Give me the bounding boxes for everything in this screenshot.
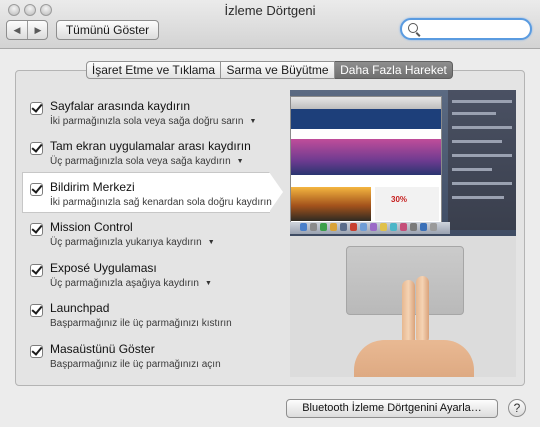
bluetooth-trackpad-setup-button[interactable]: Bluetooth İzleme Dörtgenini Ayarla… xyxy=(286,399,498,418)
checkbox[interactable] xyxy=(30,183,43,196)
checkbox[interactable] xyxy=(30,264,43,277)
gesture-show-desktop[interactable]: Masaüstünü Göster Başparmağınız ile üç p… xyxy=(30,342,280,378)
gesture-title: Masaüstünü Göster xyxy=(50,342,155,356)
gesture-description: İki parmağınızla sağ kenardan sola doğru… xyxy=(50,197,272,208)
gesture-app-expose[interactable]: Exposé Uygulaması Üç parmağınızla aşağıy… xyxy=(30,261,280,297)
checkbox[interactable] xyxy=(30,345,43,358)
finger xyxy=(416,276,429,344)
tab-point-and-click[interactable]: İşaret Etme ve Tıklama xyxy=(86,61,221,79)
gesture-title: Bildirim Merkezi xyxy=(50,180,135,194)
preview-notification-center xyxy=(448,90,516,230)
gesture-description[interactable]: Üç parmağınızla sola veya sağa kaydırın ▼ xyxy=(50,156,244,167)
chevron-right-icon[interactable]: ▶ xyxy=(28,21,48,39)
search-icon xyxy=(408,23,418,33)
dropdown-arrow-icon[interactable]: ▼ xyxy=(205,280,212,287)
gesture-description: Başparmağınız ile üç parmağınızı kıstırı… xyxy=(50,318,232,329)
gesture-title: Tam ekran uygulamalar arası kaydırın xyxy=(50,139,251,153)
checkbox[interactable] xyxy=(30,304,43,317)
preview-browser-window: 30% xyxy=(290,96,442,228)
gesture-description[interactable]: Üç parmağınızla aşağıya kaydırın ▼ xyxy=(50,278,212,289)
hand xyxy=(354,340,474,377)
search-input[interactable] xyxy=(400,18,532,40)
gesture-swipe-between-pages[interactable]: Sayfalar arasında kaydırın İki parmağını… xyxy=(30,99,280,135)
checkbox[interactable] xyxy=(30,102,43,115)
gesture-description[interactable]: İki parmağınızla sola veya sağa doğru sa… xyxy=(50,116,256,127)
gesture-swipe-full-screen-apps[interactable]: Tam ekran uygulamalar arası kaydırın Üç … xyxy=(30,139,280,175)
preferences-window: İzleme Dörtgeni ◀ ▶ Tümünü Göster İşaret… xyxy=(0,0,540,427)
gesture-title: Launchpad xyxy=(50,301,110,315)
window-title: İzleme Dörtgeni xyxy=(224,3,316,18)
preview-palm-image xyxy=(291,187,371,221)
dropdown-arrow-icon[interactable]: ▼ xyxy=(237,158,244,165)
tab-more-gestures[interactable]: Daha Fazla Hareket xyxy=(335,61,453,79)
chevron-left-icon[interactable]: ◀ xyxy=(7,21,28,39)
gesture-preview-video: 30% xyxy=(290,90,516,377)
back-forward-control: ◀ ▶ xyxy=(6,20,48,40)
gesture-title: Sayfalar arasında kaydırın xyxy=(50,99,191,113)
dropdown-arrow-icon[interactable]: ▼ xyxy=(249,118,256,125)
finger xyxy=(402,280,415,348)
gesture-title: Mission Control xyxy=(50,220,133,234)
gesture-description[interactable]: Üç parmağınızla yukarıya kaydırın ▼ xyxy=(50,237,215,248)
preview-sale-text: 30% xyxy=(391,195,408,204)
tab-bar: İşaret Etme ve Tıklama Sarma ve Büyütme … xyxy=(86,61,453,79)
help-button[interactable]: ? xyxy=(508,399,526,417)
tab-scroll-and-zoom[interactable]: Sarma ve Büyütme xyxy=(221,61,335,79)
gesture-notification-center[interactable]: Bildirim Merkezi İki parmağınızla sağ ke… xyxy=(30,180,280,216)
gesture-mission-control[interactable]: Mission Control Üç parmağınızla yukarıya… xyxy=(30,220,280,256)
title-bar: İzleme Dörtgeni ◀ ▶ Tümünü Göster xyxy=(0,0,540,49)
checkbox[interactable] xyxy=(30,142,43,155)
gesture-description: Başparmağınız ile üç parmağınızı açın xyxy=(50,359,221,370)
gesture-title: Exposé Uygulaması xyxy=(50,261,157,275)
preview-city-image xyxy=(291,139,441,175)
show-all-button[interactable]: Tümünü Göster xyxy=(56,20,159,40)
checkbox[interactable] xyxy=(30,223,43,236)
gesture-launchpad[interactable]: Launchpad Başparmağınız ile üç parmağını… xyxy=(30,301,280,337)
dropdown-arrow-icon[interactable]: ▼ xyxy=(208,239,215,246)
